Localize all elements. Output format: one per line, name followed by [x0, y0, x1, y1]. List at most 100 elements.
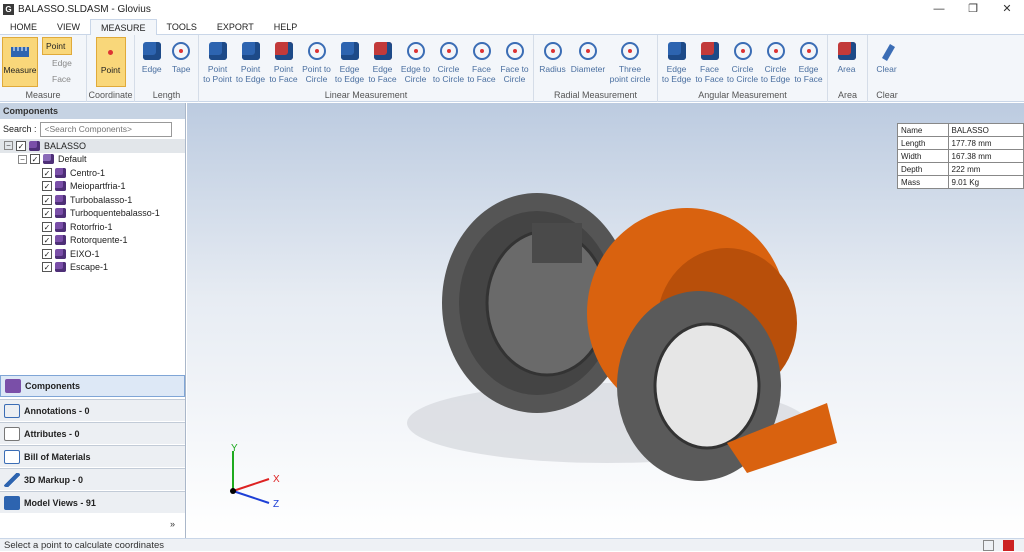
collapse-icon[interactable]: −: [18, 154, 27, 164]
length-group: Edge Tape Length: [135, 35, 199, 102]
tree-item[interactable]: ✓ Centro-1: [0, 166, 185, 180]
x-axis-label: X: [273, 474, 280, 485]
tree-item[interactable]: ✓ Turbobalasso-1: [0, 193, 185, 207]
components-icon: [5, 379, 21, 393]
btn-line2: point circle: [609, 74, 651, 84]
checkbox[interactable]: ✓: [42, 221, 52, 232]
nav-components[interactable]: Components: [0, 375, 185, 397]
edge-length-label: Edge: [141, 64, 162, 74]
assembly-icon: [29, 140, 40, 151]
prop-key: Depth: [897, 162, 949, 176]
tree-item[interactable]: ✓ Rotorquente-1: [0, 234, 185, 248]
angle-circle-edge-icon: [766, 42, 785, 60]
btn-line2: to Face: [695, 74, 724, 84]
checkbox[interactable]: ✓: [42, 248, 52, 259]
angle-edge-edge-icon: [667, 42, 686, 60]
tab-help[interactable]: HELP: [264, 19, 308, 34]
face-to-face-icon: [472, 42, 491, 60]
minimize-button[interactable]: —: [922, 0, 956, 19]
btn-line1: Circle: [731, 64, 754, 74]
collapse-icon[interactable]: −: [4, 141, 13, 151]
btn-line2: to Edge: [334, 74, 365, 84]
tree-item-label: EIXO-1: [70, 248, 100, 259]
checkbox[interactable]: ✓: [42, 194, 52, 205]
part-icon: [55, 208, 66, 219]
tree-item[interactable]: ✓ Turboquentebalasso-1: [0, 207, 185, 221]
clear-group-label: Clear: [876, 90, 898, 100]
tree-item[interactable]: ✓ Rotorfrio-1: [0, 220, 185, 234]
notification-icon[interactable]: [983, 540, 994, 551]
checkbox[interactable]: ✓: [30, 154, 40, 165]
checkbox[interactable]: ✓: [16, 140, 26, 151]
area-group-label: Area: [837, 90, 857, 100]
nav-model-views[interactable]: Model Views - 91: [0, 491, 185, 513]
tree-item[interactable]: ✓ Escape-1: [0, 261, 185, 275]
btn-line2: to Edge: [661, 74, 692, 84]
measure-label: Measure: [3, 65, 37, 75]
tab-export[interactable]: EXPORT: [207, 19, 264, 34]
tab-measure[interactable]: MEASURE: [90, 19, 157, 36]
pdf-icon[interactable]: [1003, 540, 1014, 551]
search-components-input[interactable]: [39, 121, 172, 137]
tab-home[interactable]: HOME: [0, 19, 47, 34]
tree-root[interactable]: − ✓ BALASSO: [0, 139, 185, 153]
prop-key: Mass: [897, 175, 949, 189]
tape-icon: [172, 42, 191, 60]
edge-option[interactable]: Edge: [42, 55, 72, 71]
nav-bill-of-materials[interactable]: Bill of Materials: [0, 445, 185, 467]
radial-group-label: Radial Measurement: [553, 90, 638, 100]
point-option[interactable]: Point: [42, 37, 72, 55]
tab-tools[interactable]: TOOLS: [157, 19, 207, 34]
y-axis-label: Y: [231, 443, 238, 454]
properties-table: Name BALASSO Length 177.78 mm Width 167.38 …: [897, 123, 1024, 189]
checkbox[interactable]: ✓: [42, 262, 52, 273]
coordinate-point-button[interactable]: Point: [95, 37, 126, 87]
nav-3d-markup[interactable]: 3D Markup - 0: [0, 468, 185, 490]
measure-button[interactable]: Measure: [2, 37, 38, 87]
radial-group: Radius Diameter Three point circle Radial…: [534, 35, 658, 102]
close-button[interactable]: ✕: [990, 0, 1024, 19]
search-row: Search :: [0, 119, 185, 139]
btn-line1: Diameter: [570, 64, 606, 74]
title-bar: G BALASSO.SLDASM - Glovius — ❐ ✕: [0, 0, 1024, 19]
btn-line2: to Edge: [760, 74, 791, 84]
checkbox[interactable]: ✓: [42, 235, 52, 246]
tape-label: Tape: [172, 64, 191, 74]
btn-line1: Point: [207, 64, 228, 74]
btn-line1: Radius: [539, 64, 566, 74]
point-to-edge-icon: [241, 42, 260, 60]
face-option[interactable]: Face: [42, 71, 72, 87]
area-cube-icon: [837, 42, 856, 60]
tree-item-label: Rotorquente-1: [70, 235, 128, 246]
tree-config[interactable]: − ✓ Default: [0, 153, 185, 167]
checkbox[interactable]: ✓: [42, 181, 52, 192]
nav-label: Model Views - 91: [24, 497, 96, 508]
checkbox[interactable]: ✓: [42, 208, 52, 219]
btn-line1: Edge: [339, 64, 360, 74]
btn-line1: Edge to: [400, 64, 431, 74]
btn-line1: Edge: [666, 64, 687, 74]
part-icon: [55, 181, 66, 192]
ribbon: Measure Point Edge Face Measure Point Co…: [0, 35, 1024, 102]
nav-annotations[interactable]: Annotations - 0: [0, 399, 185, 421]
area-label: Area: [837, 64, 856, 74]
tree-item[interactable]: ✓ EIXO-1: [0, 247, 185, 261]
prop-value: 177.78 mm: [947, 136, 1024, 150]
status-text: Select a point to calculate coordinates: [4, 540, 165, 551]
tab-view[interactable]: VIEW: [47, 19, 90, 34]
tree-item-label: Turbobalasso-1: [70, 194, 133, 205]
nav-attributes[interactable]: Attributes - 0: [0, 422, 185, 444]
btn-line1: Point: [240, 64, 261, 74]
btn-line2: to Edge: [235, 74, 266, 84]
table-row: Depth 222 mm: [897, 162, 1024, 176]
tree-item[interactable]: ✓ Meiopartfria-1: [0, 180, 185, 194]
clear-label: Clear: [876, 64, 897, 74]
btn-line1: Three: [618, 64, 642, 74]
part-icon: [55, 221, 66, 232]
restore-button[interactable]: ❐: [956, 0, 990, 19]
3d-viewport[interactable]: Name BALASSO Length 177.78 mm Width 167.38 …: [187, 103, 1024, 538]
checkbox[interactable]: ✓: [42, 167, 52, 178]
btn-line2: to Point: [203, 74, 232, 84]
part-icon: [55, 262, 66, 273]
expand-chevron-icon[interactable]: »: [170, 519, 175, 529]
